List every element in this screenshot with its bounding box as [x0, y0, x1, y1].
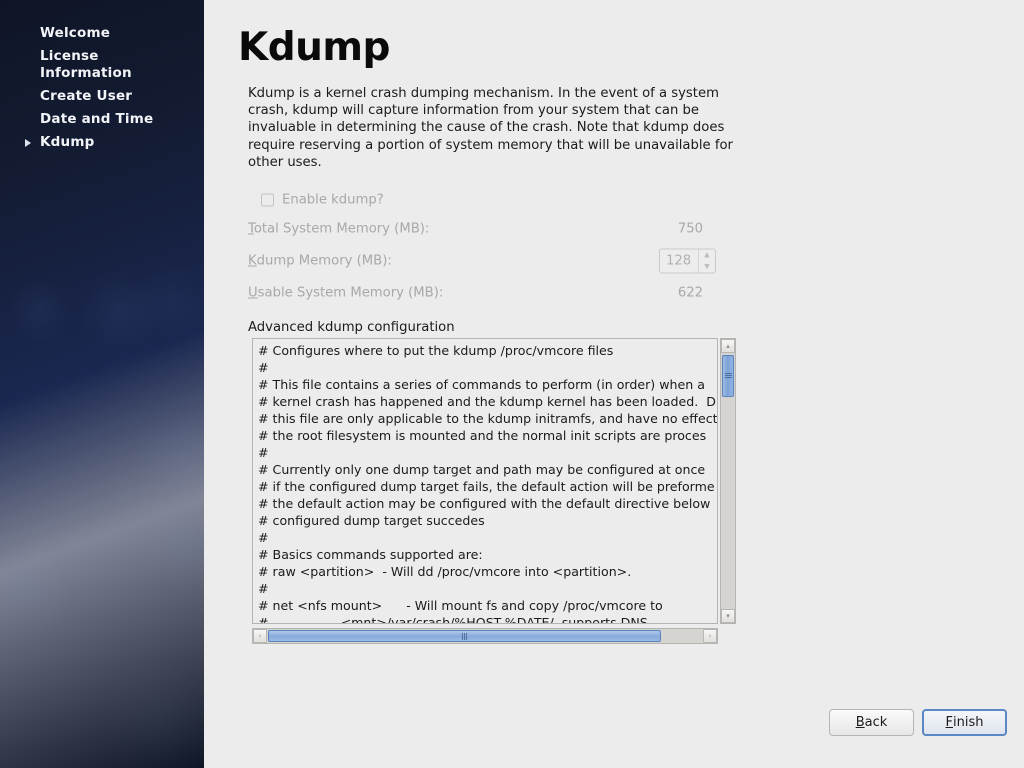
usable-system-memory-mnemonic: U: [248, 286, 258, 301]
kdump-memory-input[interactable]: 128: [660, 250, 698, 273]
main-content: Kdump Kdump is a kernel crash dumping me…: [204, 0, 1024, 768]
total-system-memory-label: Total System Memory (MB):: [248, 222, 429, 237]
back-button-mnemonic: B: [856, 715, 865, 730]
sidebar-item-welcome[interactable]: Welcome: [0, 22, 204, 45]
vertical-scrollbar[interactable]: ▴ ▾: [720, 338, 736, 624]
sidebar-item-create-user[interactable]: Create User: [0, 85, 204, 108]
kdump-memory-row: Kdump Memory (MB): 128 ▲ ▼: [248, 245, 718, 277]
sidebar-item-label: Create User: [40, 88, 132, 104]
usable-system-memory-value: 622: [678, 286, 703, 301]
sidebar-item-label: License Information: [40, 48, 132, 81]
kdump-memory-mnemonic: K: [248, 254, 257, 269]
stepper-up-icon[interactable]: ▲: [699, 250, 715, 262]
scroll-right-icon[interactable]: ›: [703, 629, 717, 643]
kdump-setup-window: Welcome License Information Create User …: [0, 0, 1024, 768]
kdump-memory-stepper-buttons[interactable]: ▲ ▼: [698, 250, 715, 273]
finish-button-mnemonic: F: [946, 715, 953, 730]
advanced-config-textarea[interactable]: # Configures where to put the kdump /pro…: [252, 338, 718, 624]
scrollbar-grip-icon: [725, 373, 732, 379]
back-button-label: ack: [865, 715, 888, 730]
sidebar-item-kdump[interactable]: Kdump: [0, 131, 204, 154]
finish-button[interactable]: Finish: [922, 709, 1007, 736]
usable-system-memory-row: Usable System Memory (MB): 622: [248, 277, 718, 309]
enable-kdump-label: Enable kdump?: [282, 192, 384, 207]
sidebar-item-label: Date and Time: [40, 111, 153, 127]
page-title: Kdump: [238, 24, 390, 72]
sidebar-nav: Welcome License Information Create User …: [0, 22, 204, 154]
sidebar-item-label: Kdump: [40, 134, 94, 150]
vertical-scrollbar-thumb[interactable]: [722, 355, 734, 397]
scroll-down-icon[interactable]: ▾: [721, 609, 735, 623]
kdump-memory-label: Kdump Memory (MB):: [248, 254, 392, 269]
enable-kdump-row: Enable kdump?: [248, 186, 718, 213]
sidebar: Welcome License Information Create User …: [0, 0, 204, 768]
current-page-arrow-icon: [25, 139, 31, 147]
usable-system-memory-label: Usable System Memory (MB):: [248, 286, 443, 301]
horizontal-scrollbar[interactable]: ‹ ›: [252, 628, 718, 644]
total-system-memory-value: 750: [678, 222, 703, 237]
back-button[interactable]: Back: [829, 709, 914, 736]
sidebar-item-date-and-time[interactable]: Date and Time: [0, 108, 204, 131]
intro-paragraph: Kdump is a kernel crash dumping mechanis…: [248, 85, 744, 171]
enable-kdump-label-rest: nable kdump?: [290, 192, 383, 207]
stepper-down-icon[interactable]: ▼: [699, 261, 715, 273]
advanced-config-text[interactable]: # Configures where to put the kdump /pro…: [253, 339, 717, 624]
total-system-memory-label-rest: otal System Memory (MB):: [254, 222, 430, 237]
kdump-memory-stepper[interactable]: 128 ▲ ▼: [659, 249, 716, 274]
advanced-config-scrollpane: # Configures where to put the kdump /pro…: [252, 338, 736, 644]
footer-buttons: Back Finish: [829, 709, 1007, 736]
scrollbar-grip-icon: [462, 633, 468, 640]
sidebar-item-label: Welcome: [40, 25, 110, 41]
total-system-memory-row: Total System Memory (MB): 750: [248, 213, 718, 245]
sidebar-item-license-information[interactable]: License Information: [0, 45, 204, 85]
kdump-memory-label-rest: dump Memory (MB):: [257, 254, 392, 269]
horizontal-scrollbar-thumb[interactable]: [268, 630, 661, 642]
usable-system-memory-label-rest: sable System Memory (MB):: [258, 286, 444, 301]
enable-kdump-checkbox[interactable]: [261, 193, 274, 206]
kdump-form: Enable kdump? Total System Memory (MB): …: [248, 186, 718, 309]
finish-button-label: inish: [953, 715, 983, 730]
advanced-config-label: Advanced kdump configuration: [248, 320, 455, 335]
scroll-up-icon[interactable]: ▴: [721, 339, 735, 353]
scroll-left-icon[interactable]: ‹: [253, 629, 267, 643]
